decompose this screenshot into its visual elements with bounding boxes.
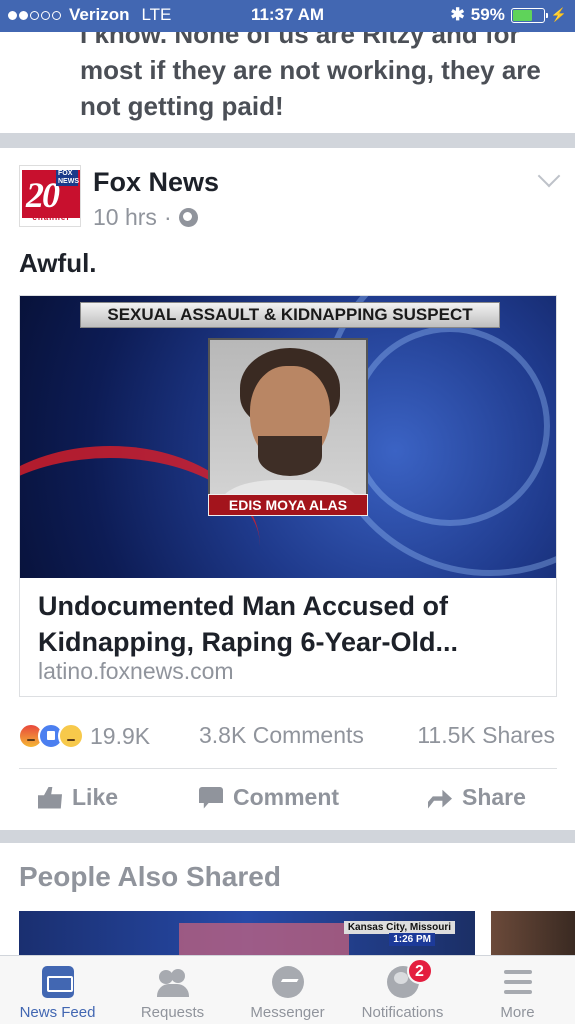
comment-bubble-icon — [199, 786, 223, 809]
post-message: Awful. — [19, 248, 97, 278]
status-right: ✱ 59% ⚡ — [451, 5, 567, 25]
thumbnail-time: 1:26 PM — [389, 933, 435, 946]
battery-icon — [510, 7, 548, 23]
feed-separator-2 — [0, 830, 575, 843]
tab-label-notifications: Notifications — [361, 1004, 444, 1021]
previous-post[interactable]: I know. None of us are Ritzy and for mos… — [0, 32, 575, 133]
share-button[interactable]: Share — [428, 784, 526, 811]
tab-label-requests: Requests — [140, 1004, 205, 1021]
sad-reaction-icon — [58, 723, 84, 749]
reactions-count: 19.9K — [90, 722, 151, 749]
post-meta: 10 hrs · — [93, 204, 198, 231]
post-actions: Like Comment Share — [0, 780, 575, 822]
comments-count[interactable]: 3.8K Comments — [199, 722, 364, 749]
avatar-tag: FOX NEWS — [56, 170, 79, 186]
tab-label-more: More — [500, 1004, 535, 1021]
meta-separator: · — [163, 204, 172, 230]
feed-separator — [0, 133, 575, 148]
post-author[interactable]: Fox News — [93, 167, 219, 198]
previous-post-text: I know. None of us are Ritzy and for mos… — [80, 32, 541, 121]
feed-post: 20 FOX NEWS channel Fox News 10 hrs · Aw… — [0, 148, 575, 830]
like-button[interactable]: Like — [38, 784, 118, 811]
bluetooth-icon: ✱ — [450, 5, 465, 24]
shared-thumbnail[interactable]: Kansas City, Missouri 1:26 PM — [19, 911, 475, 955]
news-feed-icon — [41, 966, 74, 998]
people-also-shared: People Also Shared Kansas City, Missouri… — [0, 843, 575, 955]
link-domain: latino.foxnews.com — [38, 658, 234, 684]
charging-icon: ⚡ — [550, 7, 567, 22]
menu-icon — [502, 966, 534, 998]
like-label: Like — [72, 784, 119, 810]
notifications-badge: 2 — [406, 958, 433, 984]
notifications-globe-icon: 2 — [386, 958, 433, 998]
friend-requests-icon — [156, 966, 189, 998]
status-bar: Verizon LTE 11:37 AM ✱ 59% ⚡ — [0, 0, 575, 32]
public-globe-icon — [178, 208, 198, 227]
tab-label-news-feed: News Feed — [19, 1004, 96, 1021]
section-heading: People Also Shared — [19, 861, 281, 892]
tab-requests[interactable]: Requests — [115, 962, 230, 1021]
messenger-icon — [271, 966, 304, 998]
mugshot-photo — [208, 338, 368, 516]
link-title[interactable]: Undocumented Man Accused of Kidnapping, … — [38, 588, 538, 660]
post-timestamp[interactable]: 10 hrs — [93, 204, 157, 231]
thumbs-up-icon — [38, 786, 62, 809]
post-options-chevron-icon[interactable] — [537, 164, 561, 188]
link-preview-card[interactable]: SEXUAL ASSAULT & KIDNAPPING SUSPECT EDIS… — [19, 295, 557, 697]
reactions-summary[interactable]: 19.9K — [18, 722, 150, 750]
comment-button[interactable]: Comment — [199, 784, 339, 811]
tab-more[interactable]: More — [460, 962, 575, 1021]
comment-label: Comment — [233, 784, 340, 810]
tab-label-messenger: Messenger — [250, 1004, 325, 1021]
tab-notifications[interactable]: 2 Notifications — [345, 958, 460, 1021]
battery-percent: 59% — [470, 5, 505, 24]
image-name-plate: EDIS MOYA ALAS — [208, 494, 368, 516]
tab-bar: News Feed Requests Messenger 2 Notificat… — [0, 955, 575, 1024]
avatar-channel: channel — [32, 213, 70, 222]
tab-news-feed[interactable]: News Feed — [0, 962, 115, 1021]
share-label: Share — [462, 784, 526, 810]
link-preview-image[interactable]: SEXUAL ASSAULT & KIDNAPPING SUSPECT EDIS… — [20, 296, 556, 578]
post-divider — [19, 768, 557, 769]
share-arrow-icon — [428, 789, 452, 809]
shares-count[interactable]: 11.5K Shares — [417, 722, 555, 749]
avatar-number: 20 — [26, 175, 60, 215]
shared-thumbnail-2[interactable] — [491, 911, 575, 955]
image-banner-text: SEXUAL ASSAULT & KIDNAPPING SUSPECT — [80, 302, 500, 328]
tab-messenger[interactable]: Messenger — [230, 962, 345, 1021]
page-avatar[interactable]: 20 FOX NEWS channel — [19, 165, 81, 227]
